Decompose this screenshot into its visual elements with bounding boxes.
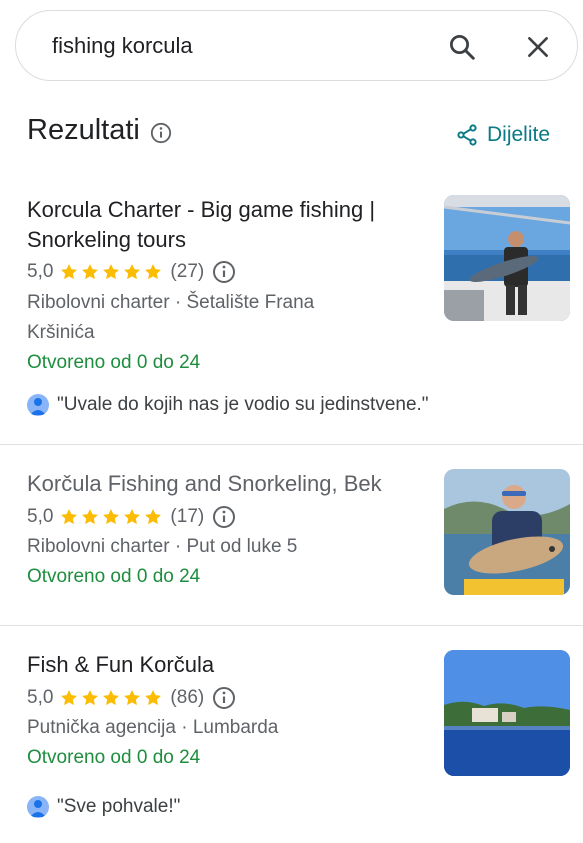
info-icon[interactable] (212, 260, 236, 284)
rating-row: 5,0 (27) (27, 259, 236, 285)
result-photo[interactable] (444, 650, 570, 776)
star-icon (103, 509, 120, 525)
user-avatar-icon (27, 394, 49, 416)
review-count[interactable]: (86) (170, 687, 204, 709)
rating-value: 5,0 (27, 261, 54, 282)
star-icon (61, 509, 78, 525)
category-address: Ribolovni charter · Put od luke 5 (27, 536, 298, 557)
star-icon (61, 264, 78, 280)
opening-hours: Otvoreno od 0 do 24 (27, 352, 201, 373)
star-icon (145, 264, 162, 280)
star-icon (124, 264, 141, 280)
star-icon (124, 509, 141, 525)
user-avatar-icon (27, 796, 49, 818)
star-icon (103, 264, 120, 280)
result-card[interactable]: Korcula Charter - Big game fishing | Sno… (0, 0, 583, 444)
result-photo[interactable] (444, 469, 570, 595)
star-icon (145, 690, 162, 706)
result-title[interactable]: Korcula Charter - Big game fishing | Sno… (27, 195, 427, 255)
star-icon (124, 690, 141, 706)
result-meta: Ribolovni charter · Šetalište Frana Krši… (27, 288, 427, 348)
result-title[interactable]: Korčula Fishing and Snorkeling, Bek (27, 469, 427, 499)
review-count[interactable]: (17) (170, 506, 204, 528)
info-icon[interactable] (212, 686, 236, 710)
star-icon (61, 690, 78, 706)
result-meta: Ribolovni charter · Put od luke 5 (27, 532, 427, 562)
review-snippet: "Sve pohvale!" (27, 796, 180, 818)
opening-hours: Otvoreno od 0 do 24 (27, 747, 201, 768)
rating-stars (59, 507, 164, 527)
star-icon (82, 690, 99, 706)
category-address: Putnička agencija · Lumbarda (27, 717, 279, 738)
category-address: Ribolovni charter · Šetalište Frana (27, 292, 315, 313)
result-card[interactable]: Korčula Fishing and Snorkeling, Bek 5,0 … (0, 445, 583, 625)
result-card[interactable]: Fish & Fun Korčula 5,0 (86) Putnička age… (0, 626, 583, 843)
star-icon (145, 509, 162, 525)
rating-row: 5,0 (17) (27, 504, 236, 530)
star-icon (103, 690, 120, 706)
rating-value: 5,0 (27, 506, 54, 527)
rating-row: 5,0 (86) (27, 685, 236, 711)
result-photo[interactable] (444, 195, 570, 321)
review-text: "Uvale do kojih nas je vodio su jedinstv… (57, 394, 429, 415)
rating-stars (59, 262, 164, 282)
rating-value: 5,0 (27, 687, 54, 708)
result-meta: Putnička agencija · Lumbarda (27, 713, 427, 743)
info-icon[interactable] (212, 505, 236, 529)
review-count[interactable]: (27) (170, 261, 204, 283)
result-title[interactable]: Fish & Fun Korčula (27, 650, 427, 680)
star-icon (82, 509, 99, 525)
address-continued: Kršinića (27, 322, 95, 343)
rating-stars (59, 688, 164, 708)
opening-hours: Otvoreno od 0 do 24 (27, 566, 201, 587)
review-text: "Sve pohvale!" (57, 796, 181, 817)
star-icon (82, 264, 99, 280)
review-snippet: "Uvale do kojih nas je vodio su jedinstv… (27, 394, 429, 416)
